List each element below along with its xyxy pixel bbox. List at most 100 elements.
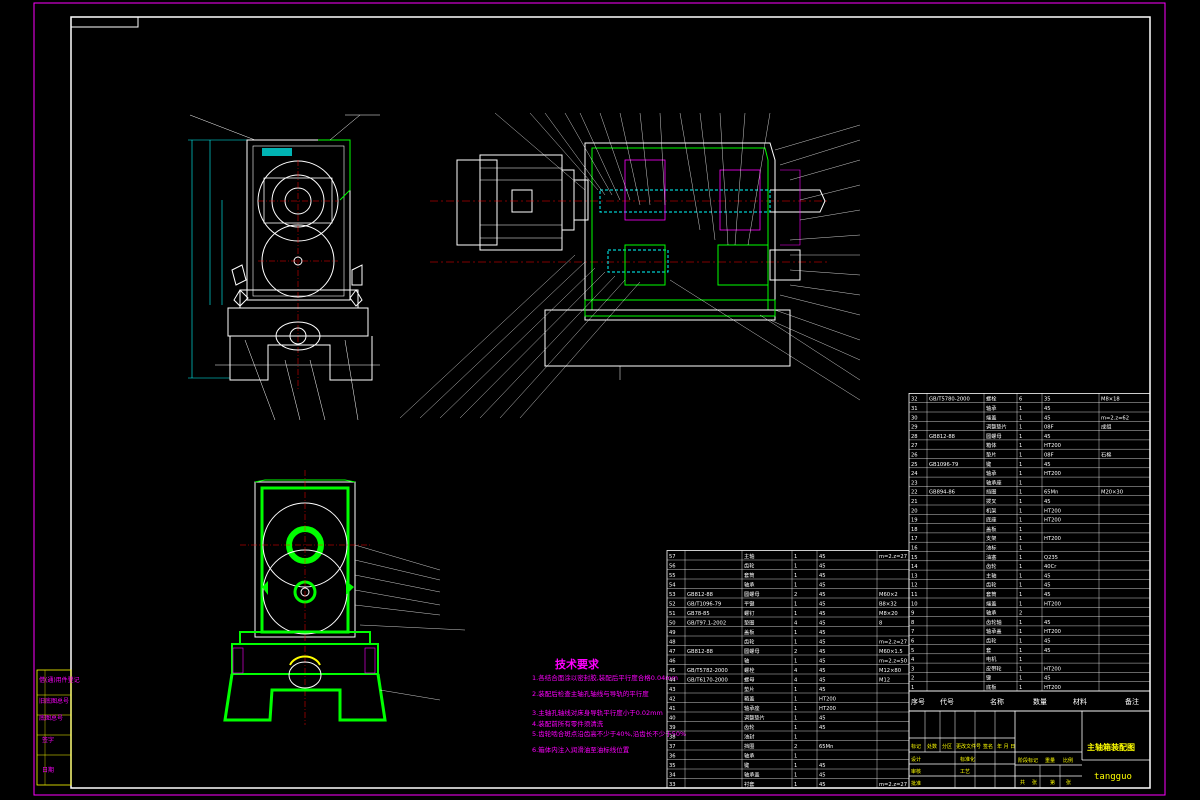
bom-right-cell-qty: 2 (1019, 611, 1022, 617)
bom-right-cell-material: 08F (1044, 453, 1054, 459)
bom-header-code: 代号 (940, 697, 954, 706)
tb-row1-4: 签名 (983, 743, 993, 750)
bom-left-cell-qty: 1 (794, 716, 797, 722)
bom-left-cell-qty: 1 (794, 659, 797, 665)
bom-left-row: 41 轴承座 1 HT200 (669, 704, 836, 712)
tb-row2-0: 设计 (911, 756, 921, 763)
bom-left-cell-seq: 55 (669, 573, 676, 579)
bom-right-cell-name: 齿轮轴 (986, 618, 1002, 626)
title-block-text: 标记 处数 分区 更改文件号 签名 年 月 日 设计 标准化 审核 工艺 批准 … (911, 742, 1135, 787)
bom-right-cell-qty: 1 (1019, 508, 1022, 514)
bom-right-cell-remark: 石棉 (1101, 451, 1111, 459)
bom-right-row: 23 轴承座 1 (911, 478, 1022, 486)
bom-left-cell-seq: 57 (669, 554, 676, 560)
bom-right-row: 27 箱体 1 HT200 (911, 441, 1061, 449)
bom-right-row: 3 皮带轮 1 HT200 (911, 664, 1061, 672)
bom-left-cell-seq: 39 (669, 725, 676, 731)
bom-right-cell-seq: 14 (911, 564, 918, 570)
side-strip-label-4: 日期 (42, 766, 54, 774)
bom-right-row: 31 轴承 1 45 (911, 404, 1051, 412)
bom-left-cell-qty: 2 (794, 744, 797, 750)
bom-left-row: 43 垫片 1 45 (669, 685, 826, 693)
bom-left-cell-qty: 1 (794, 773, 797, 779)
bom-right-row: 4 电机 1 (911, 655, 1022, 663)
bom-left-row: 50 GB/T97.1-2002 垫圈 4 45 8 (669, 619, 882, 627)
side-strip-label-0: 借(通)用件登记 (39, 676, 80, 684)
bom-right-cell-name: 齿轮 (986, 562, 996, 570)
bom-left-row: 38 油封 1 (669, 733, 797, 741)
bom-left-cell-qty: 1 (794, 640, 797, 646)
bom-right-cell-remark: m=2.z=62 (1101, 415, 1129, 421)
bom-right-row: 9 轴承 2 (911, 609, 1022, 617)
bom-left-row: 54 轴承 1 45 (669, 581, 826, 589)
bom-left-cell-code: GB/T6170-2000 (687, 678, 728, 684)
bom-right-cell-name: 拨叉 (986, 497, 996, 505)
bom-right-cell-qty: 1 (1019, 471, 1022, 477)
bom-left-cell-remark: M12 (879, 678, 890, 684)
bom-left-cell-qty: 1 (794, 564, 797, 570)
bom-right-row: 20 机架 1 HT200 (911, 506, 1061, 514)
bom-left-cell-name: 垫圈 (744, 619, 754, 627)
bom-right-cell-name: 垫片 (986, 451, 996, 459)
bom-right-cell-seq: 8 (911, 620, 914, 626)
bom-right-cell-seq: 23 (911, 480, 918, 486)
bom-left-cell-material: 45 (819, 668, 826, 674)
bom-left-cell-qty: 1 (794, 725, 797, 731)
bom-right-cell-name: 轴承 (986, 609, 997, 617)
bom-right-cell-seq: 2 (911, 676, 914, 682)
bom-left-cell-seq: 47 (669, 649, 676, 655)
bom-left-row: 36 轴承 1 (669, 752, 797, 760)
bom-left-cell-seq: 38 (669, 735, 676, 741)
bom-left-cell-material: 45 (819, 716, 826, 722)
bom-right-cell-qty: 1 (1019, 425, 1022, 431)
bom-right-cell-material: HT200 (1044, 518, 1061, 524)
bom-right-cell-qty: 1 (1019, 601, 1022, 607)
bom-left-cell-qty: 4 (794, 668, 798, 674)
bom-left-cell-code: GB812-88 (687, 592, 713, 598)
tb-stage-0: 阶段标记 (1018, 757, 1038, 764)
bom-right-cell-qty: 1 (1019, 583, 1022, 589)
tb-row3-4: 批准 (911, 780, 921, 787)
bom-right-row: 12 齿轮 1 45 (911, 581, 1051, 589)
bom-left-row: 40 调整垫片 1 45 (669, 714, 826, 722)
bom-right-cell-name: 底板 (986, 683, 997, 691)
bom-left-cell-seq: 35 (669, 763, 676, 769)
bom-right-cell-seq: 21 (911, 499, 918, 505)
bom-right-cell-seq: 17 (911, 536, 918, 542)
bom-left-row: 44 GB/T6170-2000 螺母 4 45 M12 (669, 676, 890, 684)
bom-right-cell-material: 45 (1044, 583, 1051, 589)
bom-left-cell-qty: 1 (794, 583, 797, 589)
bom-right-cell-name: 套筒 (986, 590, 996, 598)
bom-right-cell-name: 端盖 (986, 599, 996, 607)
bom-header-qty: 数量 (1033, 697, 1047, 706)
bom-right-row: 30 端盖 1 45 m=2.z=62 (911, 413, 1129, 421)
bom-right-cell-qty: 1 (1019, 573, 1022, 579)
bom-left-cell-qty: 1 (794, 697, 797, 703)
bom-right-cell-name: 齿轮 (986, 581, 996, 589)
bom-left-row: 48 齿轮 1 45 m=2.z=27 (669, 638, 907, 646)
tech-req-line-3: 4.装配前所有零件须清洗 (532, 719, 604, 728)
bom-right-cell-material: 45 (1044, 620, 1051, 626)
bom-right-cell-qty: 1 (1019, 527, 1022, 533)
bom-right-cell-seq: 3 (911, 666, 914, 672)
bom-right-cell-seq: 28 (911, 434, 918, 440)
bom-right-cell-name: 套 (986, 646, 992, 654)
bom-right-cell-qty: 1 (1019, 536, 1022, 542)
bom-left-cell-material: 45 (819, 564, 826, 570)
bom-right-cell-code: GB1096-79 (929, 462, 958, 468)
bom-right-cell-qty: 6 (1019, 397, 1022, 403)
bom-right-row: 17 支架 1 HT200 (911, 534, 1061, 542)
bom-right-row: 2 键 1 45 (911, 674, 1051, 682)
bom-left-cell-code: GB/T97.1-2002 (687, 621, 726, 627)
bom-right-cell-seq: 26 (911, 453, 918, 459)
bom-right-row: 7 轴承盖 1 HT200 (911, 627, 1061, 635)
bom-right-cell-qty: 1 (1019, 620, 1022, 626)
bom-left-cell-seq: 41 (669, 706, 676, 712)
bom-right-row: 1 底板 1 HT200 (911, 683, 1061, 691)
side-strip-label-2: 底图总号 (39, 714, 63, 722)
bom-left-cell-name: 齿轮 (744, 723, 754, 731)
tb-row2-2: 标准化 (960, 756, 975, 763)
bom-right-cell-remark: M8×18 (1101, 397, 1120, 403)
bom-right-cell-name: 轴承座 (986, 478, 1002, 486)
bom-header: 序号 代号 名称 数量 材料 备注 (908, 690, 1151, 712)
